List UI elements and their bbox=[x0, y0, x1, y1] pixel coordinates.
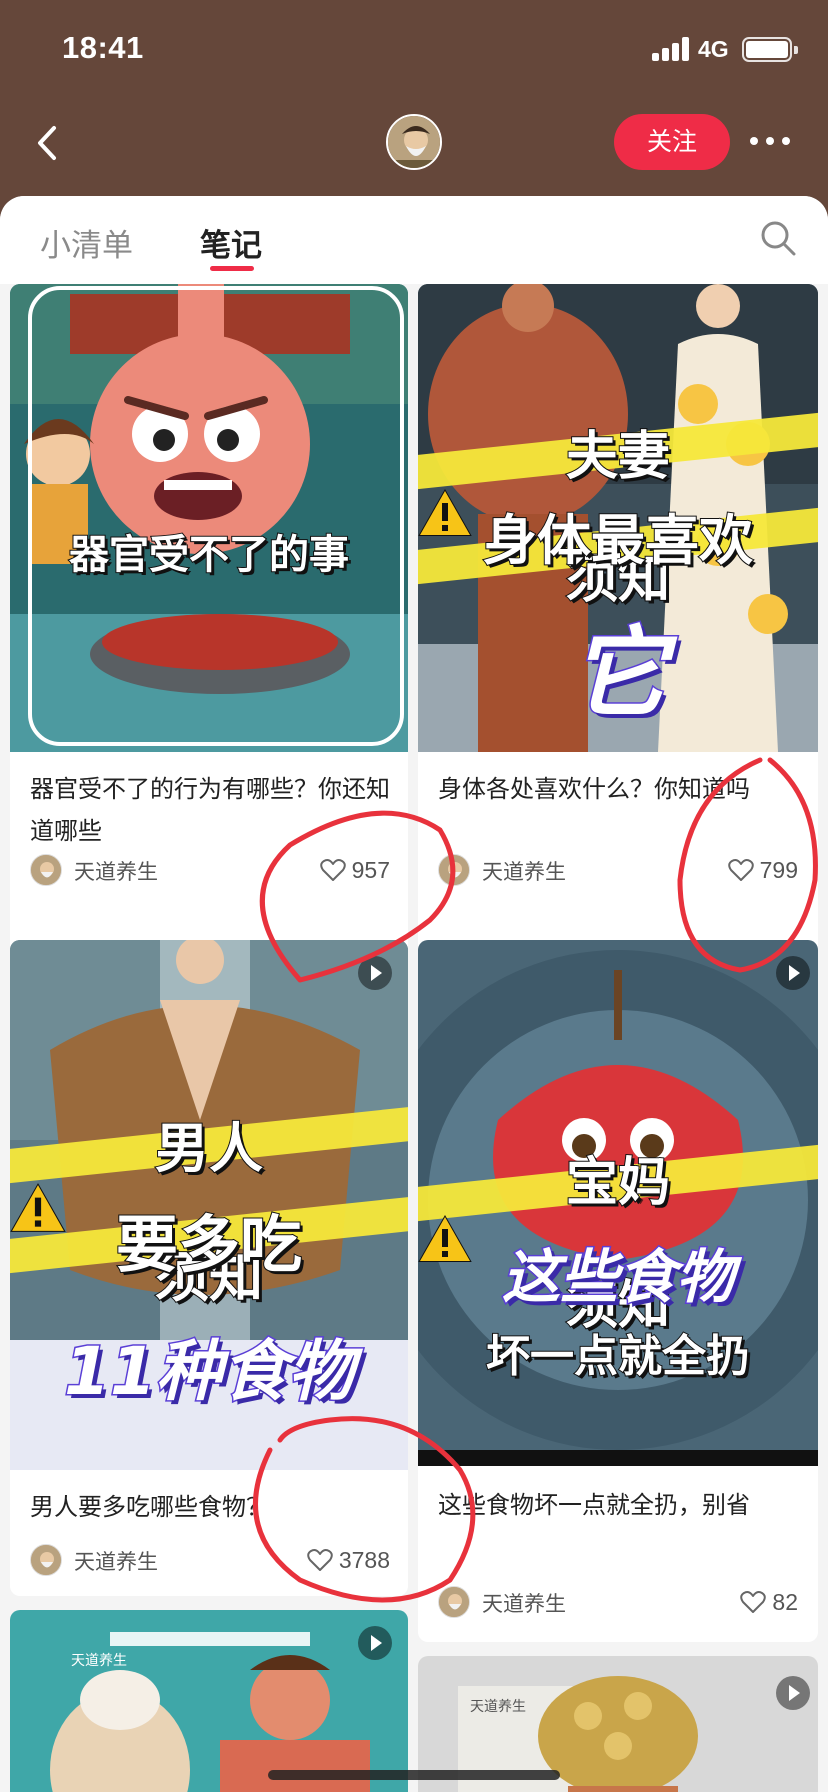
cover-watermark: 天道养生 bbox=[470, 1699, 526, 1715]
cover-caption: 它 bbox=[567, 616, 668, 733]
like-button[interactable]: 957 bbox=[319, 854, 390, 886]
play-icon bbox=[358, 956, 392, 990]
signal-icon bbox=[652, 37, 692, 61]
status-bar: 18:41 4G bbox=[0, 0, 828, 96]
author-avatar[interactable] bbox=[438, 854, 470, 886]
play-icon bbox=[776, 956, 810, 990]
cover-caption: 这些食物 bbox=[500, 1242, 735, 1313]
battery-icon bbox=[742, 37, 798, 62]
author-avatar[interactable] bbox=[30, 1544, 62, 1576]
note-cover[interactable]: 男人 须知 要多吃 11种食物 bbox=[10, 940, 408, 1470]
tab-active-indicator bbox=[210, 266, 254, 271]
note-title: 器官受不了的行为有哪些？你还知道哪些 bbox=[30, 775, 390, 845]
play-icon bbox=[776, 1676, 810, 1710]
author-avatar[interactable] bbox=[438, 1586, 470, 1618]
note-title: 男人要多吃哪些食物？ bbox=[30, 1493, 270, 1521]
cover-caption: 要多吃 bbox=[115, 1207, 303, 1282]
tab-bar: 小清单 笔记 bbox=[0, 196, 828, 284]
author-name[interactable]: 天道养生 bbox=[482, 856, 566, 886]
tab-list[interactable]: 小清单 bbox=[40, 220, 133, 265]
note-title: 身体各处喜欢什么？你知道吗 bbox=[438, 775, 750, 803]
cover-watermark: 天道养生 bbox=[71, 1653, 127, 1669]
like-button[interactable]: 82 bbox=[740, 1586, 798, 1618]
note-meta: 天道养生 957 bbox=[30, 850, 390, 890]
like-count: 3788 bbox=[338, 1546, 390, 1573]
heart-icon bbox=[307, 1549, 333, 1571]
cover-caption: 身体最喜欢 bbox=[482, 508, 754, 573]
play-icon bbox=[358, 1626, 392, 1660]
heart-icon bbox=[727, 859, 754, 881]
tab-notes[interactable]: 笔记 bbox=[200, 220, 262, 265]
author-name[interactable]: 天道养生 bbox=[482, 1588, 566, 1618]
cover-caption: 11种食物 bbox=[63, 1332, 356, 1412]
like-count: 82 bbox=[772, 1588, 798, 1615]
chevron-left-icon[interactable] bbox=[28, 118, 68, 168]
cover-caption: 器官受不了的事 bbox=[68, 531, 350, 579]
heart-icon bbox=[740, 1591, 767, 1613]
author-name[interactable]: 天道养生 bbox=[74, 856, 158, 886]
avatar[interactable] bbox=[386, 114, 442, 170]
network-label: 4G bbox=[698, 36, 729, 62]
note-cover[interactable]: 宝妈 须知 这些食物 坏一点就全扔 bbox=[418, 940, 818, 1466]
like-button[interactable]: 799 bbox=[727, 854, 798, 886]
note-meta: 天道养生 3788 bbox=[30, 1540, 390, 1580]
search-icon[interactable] bbox=[756, 216, 800, 260]
nav-bar: 关注 bbox=[0, 96, 828, 196]
note-title: 这些食物坏一点就全扔，别省 bbox=[438, 1491, 750, 1519]
note-cover[interactable]: 天道养生 bbox=[10, 1610, 408, 1792]
cover-caption: 坏一点就全扔 bbox=[485, 1330, 751, 1383]
note-cover[interactable]: 夫妻 须知 身体最喜欢 它 bbox=[418, 284, 818, 752]
note-meta: 天道养生 799 bbox=[438, 850, 798, 890]
like-count: 799 bbox=[759, 856, 798, 883]
content-panel: 小清单 笔记 器官受不了的事 器官受不了的行为有哪些？你还知道哪些 天道养生 9… bbox=[0, 196, 828, 1792]
note-card[interactable]: 宝妈 须知 这些食物 坏一点就全扔 这些食物坏一点就全扔，别省 天道养生 82 bbox=[418, 940, 818, 1642]
status-time: 18:41 bbox=[62, 30, 144, 65]
author-avatar[interactable] bbox=[30, 854, 62, 886]
author-name[interactable]: 天道养生 bbox=[74, 1546, 158, 1576]
like-count: 957 bbox=[351, 856, 390, 883]
ellipsis-icon[interactable] bbox=[746, 132, 794, 152]
note-cover[interactable]: 器官受不了的事 bbox=[10, 284, 408, 752]
like-button[interactable]: 3788 bbox=[307, 1544, 390, 1576]
follow-button[interactable]: 关注 bbox=[614, 114, 730, 170]
note-card[interactable]: 天道养生 bbox=[10, 1610, 408, 1792]
home-indicator bbox=[268, 1770, 560, 1780]
heart-icon bbox=[319, 859, 346, 881]
note-meta: 天道养生 82 bbox=[438, 1582, 798, 1622]
note-card[interactable]: 男人 须知 要多吃 11种食物 男人要多吃哪些食物？ 天道养生 3788 bbox=[10, 940, 408, 1596]
